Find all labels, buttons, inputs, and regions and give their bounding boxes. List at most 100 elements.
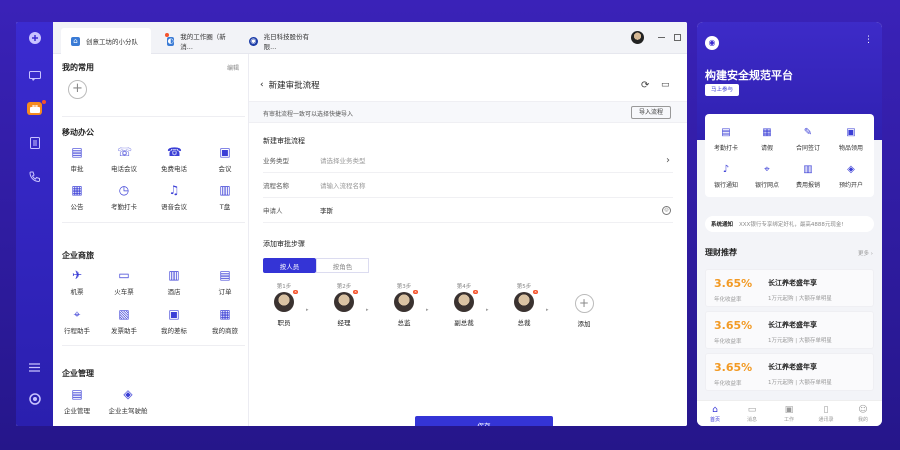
menu-icon[interactable] [27,360,42,375]
app-hotel[interactable]: ▥ 酒店 [154,268,194,296]
save-button[interactable]: 保存 [415,416,553,426]
enterprise-manage-icon: ▤ [71,387,83,401]
workbench-icon[interactable] [27,102,42,115]
toggle-by-role[interactable]: 按角色 [316,258,369,273]
quick-expense[interactable]: ▥ 费用报销 [788,164,828,189]
app-label: 订单 [218,288,232,296]
app-trip[interactable]: ⌖ 行程助手 [57,307,97,335]
app-travel-standard[interactable]: ▣ 我的差标 [154,307,194,335]
import-button[interactable]: 导入流程 [631,106,671,119]
product-rate: 3.65% [714,277,753,290]
back-icon[interactable]: ‹ [260,80,264,90]
notice-label: 系统通知 [711,222,734,228]
divider [62,116,245,117]
nav-work[interactable]: ▣ 工作 [777,405,801,423]
quick-leave[interactable]: ▦ 请假 [747,127,787,152]
settings-icon[interactable] [27,391,42,406]
app-plane[interactable]: ✈ 机票 [57,268,97,296]
nav-label: 工作 [783,417,794,423]
product-card[interactable]: 3.65% 年化收益率 长江养老盛年享 1万元起购 | 大额存单明星 [705,269,874,307]
tab-company[interactable]: ◉ 兆日科技股份有限... [239,28,329,54]
app-attendance[interactable]: ◷ 考勤打卡 [104,183,144,211]
app-label: 公告 [70,203,84,211]
workcircle-icon: ◐ [167,36,175,46]
nav-home[interactable]: ⌂ 首页 [703,405,727,423]
toggle-by-person[interactable]: 按人员 [263,258,316,273]
product-card[interactable]: 3.65% 年化收益率 长江养老盛年享 1万元起购 | 大额存单明星 [705,311,874,349]
app-label: 企业管理 [64,407,90,415]
step-name: 总监 [397,319,411,327]
phone-icon[interactable] [27,169,42,184]
app-train[interactable]: ▭ 火车票 [104,268,144,296]
app-phone-conference[interactable]: ☏ 电话会议 [104,145,144,173]
product-rate-label: 年化收益率 [714,339,742,345]
add-favorite-button[interactable]: + [68,80,87,99]
info-icon[interactable]: ◎ [662,205,671,215]
app-voice-meeting[interactable]: ♫ 语音会议 [154,183,194,211]
delete-badge[interactable]: ✕ [533,290,538,294]
add-step-button[interactable]: + 添加 [569,294,599,328]
app-label: 语音会议 [161,203,187,211]
nav-profile[interactable]: ☺ 我的 [851,405,875,423]
system-notice[interactable]: 系统通知 XXX银行专享绑定好礼，最高4888元现金! [705,216,874,232]
app-cockpit[interactable]: ◈ 企业主驾驶舱 [104,387,152,415]
delete-badge[interactable]: ✕ [353,290,358,294]
app-enterprise-manage[interactable]: ▤ 企业管理 [57,387,97,415]
app-order[interactable]: ▤ 订单 [205,268,245,296]
business-travel-title: 企业商旅 [62,251,94,260]
quick-bank-notice[interactable]: ♪ 银行通知 [706,164,746,189]
message-icon[interactable]: ▭ [661,80,670,90]
step-3[interactable]: 第3步 ✕ 总监 [389,282,419,327]
quick-actions-card: ▤ 考勤打卡 ▦ 请假 ✎ 合同签订 ▣ 物品领用 ♪ 银行通知 ⌖ 银行网点 ▥ 费用报销 … [705,114,874,197]
app-approval[interactable]: ▤ 审批 [57,145,97,173]
maximize-icon[interactable] [674,34,681,41]
voice-meeting-icon: ♫ [168,183,180,197]
quick-open-account[interactable]: ◈ 预约开户 [831,164,871,189]
refresh-icon[interactable]: ⟳ [641,80,649,91]
delete-badge[interactable]: ✕ [473,290,478,294]
app-invoice[interactable]: ▧ 发票助手 [104,307,144,335]
business-type-field[interactable]: 业务类型 请选择业务类型 › [263,148,673,173]
more-link[interactable]: 更多 › [858,249,873,257]
app-label: 会议 [218,165,232,173]
edit-link[interactable]: 编辑 [227,63,239,72]
step-number: 第3步 [396,284,412,290]
arrow-icon: ▸ [306,307,309,313]
chat-icon[interactable] [27,68,42,83]
app-announcement[interactable]: ▦ 公告 [57,183,97,211]
left-rail [16,22,53,426]
step-1[interactable]: 第1步 ✕ 职员 [269,282,299,327]
quick-contract[interactable]: ✎ 合同签订 [788,127,828,152]
quick-supplies[interactable]: ▣ 物品领用 [831,127,871,152]
step-5[interactable]: 第5步 ✕ 总裁 [509,282,539,327]
unread-dot [165,33,169,37]
app-label: 免费电话 [161,165,187,173]
applicant-field[interactable]: 申请人 李斯 ◎ [263,198,673,223]
product-card[interactable]: 3.65% 年化收益率 长江养老盛年享 1万元起购 | 大额存单明星 [705,353,874,391]
nav-messages[interactable]: ▭ 消息 [740,405,764,423]
user-avatar[interactable] [631,31,644,44]
quick-attendance[interactable]: ▤ 考勤打卡 [706,127,746,152]
nav-contacts[interactable]: ▯ 通讯录 [814,405,838,423]
tab-workcircle[interactable]: ◐ 我的工作圈（新消... [157,28,237,54]
delete-badge[interactable]: ✕ [413,290,418,294]
join-button[interactable]: 马上参与 [705,84,739,96]
app-t-drive[interactable]: ▥ T盘 [205,183,245,211]
step-2[interactable]: 第2步 ✕ 经理 [329,282,359,327]
tab-bar: ⌂ 创意工坊的小分队 ◐ 我的工作圈（新消... ◉ 兆日科技股份有限... × [53,22,687,54]
app-meeting[interactable]: ▣ 会议 [205,145,245,173]
document-icon[interactable] [27,135,42,150]
quick-bank-branch[interactable]: ⌖ 银行网点 [747,164,787,189]
feature-panel: 我的常用 编辑 + 移动办公 ▤ 审批 ☏ 电话会议 ☎ 免费电话 ▣ 会议 ▦ 公告 ◷… [53,54,249,426]
minimize-icon[interactable] [658,37,665,38]
delete-badge[interactable]: ✕ [293,290,298,294]
process-name-field[interactable]: 流程名称 请输入流程名称 [263,173,673,198]
more-icon[interactable]: ⋮ [864,35,873,45]
attendance-icon: ▤ [721,127,731,138]
app-my-travel[interactable]: ▦ 我的商旅 [205,307,245,335]
step-4[interactable]: 第4步 ✕ 副总裁 [449,282,479,327]
app-free-call[interactable]: ☎ 免费电话 [154,145,194,173]
attendance-icon: ◷ [118,183,130,197]
nav-label: 通讯录 [818,417,834,423]
tab-team[interactable]: ⌂ 创意工坊的小分队 [61,28,151,54]
